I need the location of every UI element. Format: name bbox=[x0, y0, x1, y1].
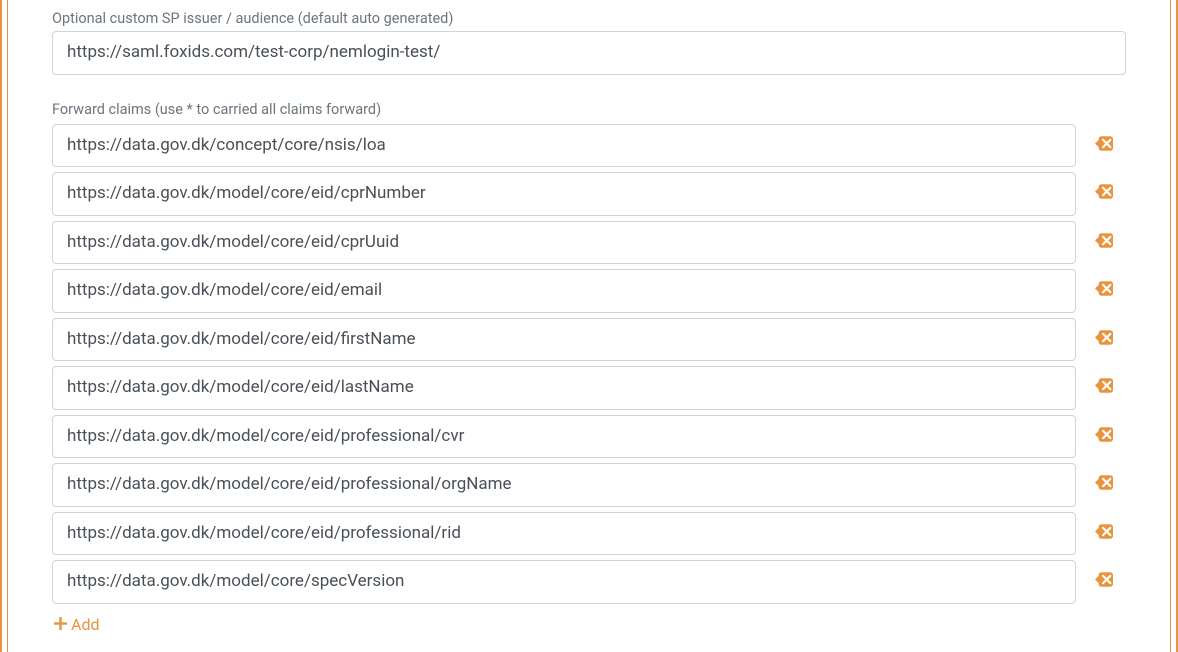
delete-icon bbox=[1095, 281, 1113, 300]
forward-claims-section: Forward claims (use * to carried all cla… bbox=[52, 101, 1126, 634]
claim-input[interactable] bbox=[52, 366, 1076, 410]
claim-input[interactable] bbox=[52, 512, 1076, 556]
claim-input[interactable] bbox=[52, 221, 1076, 265]
delete-icon bbox=[1095, 233, 1113, 252]
delete-icon bbox=[1095, 572, 1113, 591]
claim-input[interactable] bbox=[52, 318, 1076, 362]
claim-row bbox=[52, 124, 1126, 168]
delete-claim-button[interactable] bbox=[1092, 133, 1116, 157]
sp-issuer-group: Optional custom SP issuer / audience (de… bbox=[52, 10, 1126, 75]
claim-input[interactable] bbox=[52, 463, 1076, 507]
delete-icon bbox=[1095, 427, 1113, 446]
delete-icon bbox=[1095, 475, 1113, 494]
delete-claim-button[interactable] bbox=[1092, 424, 1116, 448]
plus-icon bbox=[54, 615, 67, 634]
claim-row bbox=[52, 560, 1126, 604]
delete-icon bbox=[1095, 378, 1113, 397]
sp-issuer-label: Optional custom SP issuer / audience (de… bbox=[52, 10, 1126, 27]
forward-claims-label: Forward claims (use * to carried all cla… bbox=[52, 101, 1126, 118]
claim-row bbox=[52, 318, 1126, 362]
claim-row bbox=[52, 512, 1126, 556]
delete-claim-button[interactable] bbox=[1092, 473, 1116, 497]
claim-row bbox=[52, 172, 1126, 216]
delete-icon bbox=[1095, 330, 1113, 349]
add-claim-label: Add bbox=[71, 615, 99, 634]
claim-row bbox=[52, 269, 1126, 313]
delete-claim-button[interactable] bbox=[1092, 570, 1116, 594]
claim-input[interactable] bbox=[52, 124, 1076, 168]
claim-input[interactable] bbox=[52, 415, 1076, 459]
claim-input[interactable] bbox=[52, 269, 1076, 313]
delete-claim-button[interactable] bbox=[1092, 230, 1116, 254]
claim-row bbox=[52, 463, 1126, 507]
delete-icon bbox=[1095, 184, 1113, 203]
delete-claim-button[interactable] bbox=[1092, 376, 1116, 400]
delete-claim-button[interactable] bbox=[1092, 182, 1116, 206]
delete-claim-button[interactable] bbox=[1092, 279, 1116, 303]
claim-row bbox=[52, 366, 1126, 410]
claim-row bbox=[52, 415, 1126, 459]
claim-row bbox=[52, 221, 1126, 265]
claims-list bbox=[52, 124, 1126, 604]
delete-icon bbox=[1095, 524, 1113, 543]
delete-claim-button[interactable] bbox=[1092, 521, 1116, 545]
sp-issuer-input[interactable] bbox=[52, 31, 1126, 75]
delete-icon bbox=[1095, 136, 1113, 155]
claim-input[interactable] bbox=[52, 172, 1076, 216]
delete-claim-button[interactable] bbox=[1092, 327, 1116, 351]
claim-input[interactable] bbox=[52, 560, 1076, 604]
add-claim-button[interactable]: Add bbox=[54, 615, 99, 634]
